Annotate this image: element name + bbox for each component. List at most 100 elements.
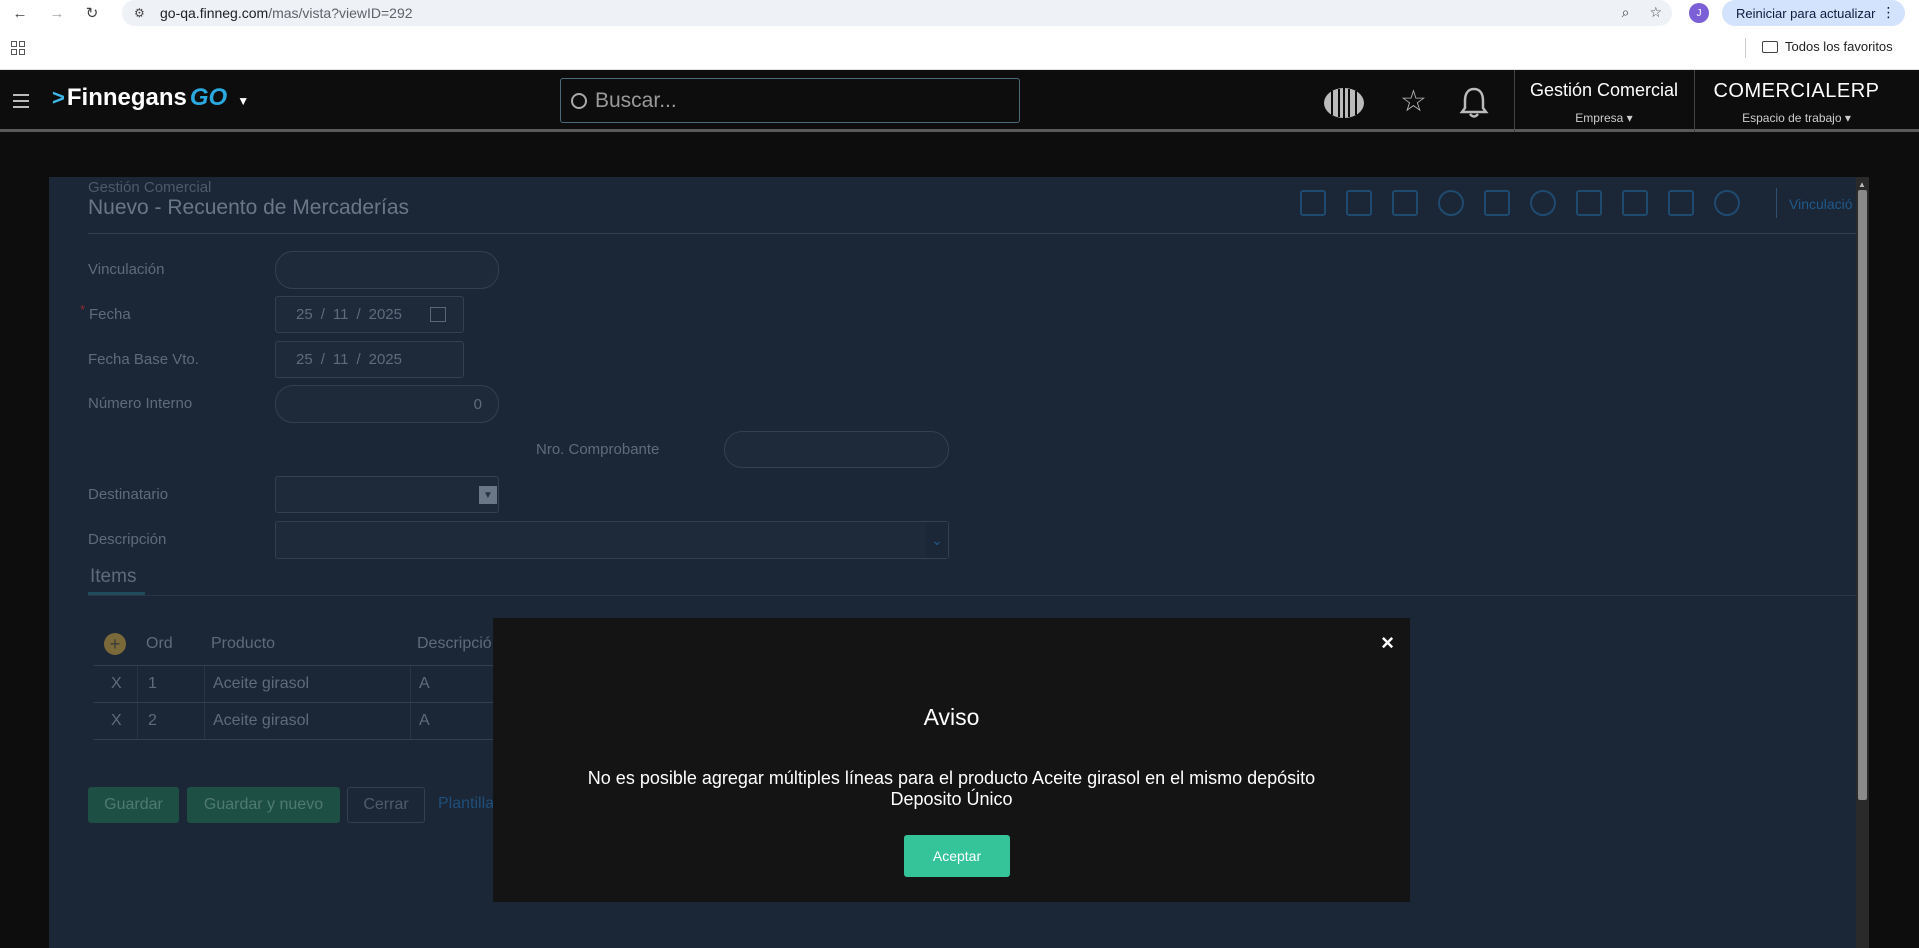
logo-chevron-icon: > [52, 85, 65, 110]
calendar-icon[interactable] [429, 307, 446, 322]
company-selector[interactable]: Gestión Comercial Empresa ▾ [1516, 80, 1692, 125]
save-icon[interactable] [1346, 190, 1372, 216]
email-icon[interactable] [1576, 190, 1602, 216]
column-header-descripcion: Descripció [417, 635, 492, 652]
logo-suffix: GO [189, 84, 228, 111]
column-divider [204, 666, 205, 702]
fecha-year[interactable]: 2025 [369, 306, 402, 323]
chevron-down-icon[interactable]: ▼ [479, 486, 497, 504]
fecha-field[interactable]: 25/ 11/ 2025 [275, 296, 464, 333]
breadcrumb[interactable]: Gestión Comercial [88, 179, 211, 196]
delete-row-button[interactable]: X [111, 675, 122, 693]
vinculacion-field[interactable] [275, 251, 499, 289]
column-divider [137, 703, 138, 739]
add-row-button[interactable]: + [104, 633, 126, 655]
pdf-icon[interactable] [1484, 190, 1510, 216]
search-box[interactable] [560, 78, 1020, 123]
table-row-divider [94, 702, 494, 703]
company-name: Gestión Comercial [1529, 80, 1679, 100]
fecha-label: Fecha [89, 306, 131, 323]
descripcion-select[interactable]: ⌄ [275, 521, 949, 559]
table-row-divider [94, 665, 494, 666]
guardar-button[interactable]: Guardar [88, 787, 179, 823]
logo-caret-icon[interactable]: ▼ [237, 94, 249, 108]
comment-icon[interactable] [1714, 190, 1740, 216]
plantilla-link[interactable]: Plantilla [438, 795, 494, 813]
fecha-base-day[interactable]: 25 [296, 351, 313, 368]
toolbar-divider [1776, 188, 1777, 218]
scroll-up-icon[interactable]: ▲ [1858, 180, 1866, 189]
favorites-star-icon[interactable]: ☆ [1400, 84, 1427, 119]
column-header-ord: Ord [146, 635, 173, 652]
close-icon[interactable]: × [1381, 630, 1394, 656]
reload-icon[interactable]: ↻ [81, 2, 103, 24]
address-bar[interactable]: ⚙ go-qa.finneg.com/mas/vista?viewID=292 … [122, 0, 1672, 26]
checklist-icon[interactable] [1622, 190, 1648, 216]
numero-interno-label: Número Interno [88, 395, 193, 412]
cerrar-button[interactable]: Cerrar [347, 787, 425, 823]
search-input[interactable] [595, 88, 975, 113]
workspace-selector[interactable]: COMERCIALERP Espacio de trabajo ▾ [1694, 80, 1899, 125]
table-cell-producto[interactable]: Aceite girasol [213, 712, 309, 730]
history-icon[interactable] [1438, 190, 1464, 216]
fecha-base-field[interactable]: 25/ 11/ 2025 [275, 341, 464, 378]
fecha-day[interactable]: 25 [296, 306, 313, 323]
search-icon [571, 92, 587, 109]
column-header-producto: Producto [211, 635, 276, 652]
zoom-icon[interactable]: ⌕ [1622, 4, 1630, 21]
folder-icon [1762, 40, 1778, 53]
forward-icon[interactable]: → [46, 2, 68, 24]
apps-grid-icon[interactable] [11, 41, 25, 55]
header-divider [1514, 70, 1515, 132]
destinatario-label: Destinatario [88, 486, 169, 503]
print-icon[interactable] [1392, 190, 1418, 216]
chevron-down-icon[interactable]: ⌄ [926, 522, 948, 558]
app-logo[interactable]: > Finnegans GO ▼ [52, 84, 249, 112]
fecha-base-year[interactable]: 2025 [369, 351, 402, 368]
fecha-month[interactable]: 11 [333, 306, 349, 323]
scrollbar-thumb[interactable] [1858, 190, 1867, 800]
table-cell-producto[interactable]: Aceite girasol [213, 675, 309, 693]
tab-items[interactable]: Items [90, 566, 136, 588]
alert-dialog: × Aviso No es posible agregar múltiples … [493, 618, 1410, 902]
workspace-name: COMERCIALERP [1713, 80, 1880, 102]
bookmark-star-icon[interactable]: ☆ [1649, 4, 1662, 21]
vinculacion-link[interactable]: Vinculació [1789, 196, 1853, 212]
site-info-icon[interactable]: ⚙ [134, 6, 148, 20]
back-icon[interactable]: ← [9, 2, 31, 24]
guardar-y-nuevo-button[interactable]: Guardar y nuevo [187, 787, 340, 823]
delete-row-button[interactable]: X [111, 712, 122, 730]
page-title: Nuevo - Recuento de Mercaderías [88, 196, 409, 219]
company-label: Empresa [1575, 111, 1624, 125]
numero-interno-field[interactable]: 0 [275, 385, 499, 423]
table-cell-ord[interactable]: 2 [148, 712, 157, 730]
table-cell-descripcion[interactable]: A [419, 712, 430, 730]
all-bookmarks-label: Todos los favoritos [1785, 39, 1893, 54]
attach-icon[interactable] [1530, 190, 1556, 216]
nro-comprobante-field[interactable] [724, 431, 949, 468]
new-document-icon[interactable] [1300, 190, 1326, 216]
destinatario-select[interactable]: ▼ [275, 476, 499, 513]
update-label: Reiniciar para actualizar [1736, 5, 1876, 21]
hamburger-menu-icon[interactable] [13, 94, 29, 112]
workspace-label: Espacio de trabajo [1742, 111, 1842, 125]
brain-icon[interactable] [1322, 86, 1366, 120]
notifications-bell-icon[interactable] [1459, 86, 1489, 120]
report-icon[interactable] [1668, 190, 1694, 216]
bookmarks-divider [1745, 38, 1746, 58]
update-button[interactable]: Reiniciar para actualizar ⋮ [1722, 0, 1906, 26]
tab-divider [88, 595, 1856, 596]
aceptar-button[interactable]: Aceptar [904, 835, 1010, 877]
company-caret-icon: ▾ [1626, 111, 1633, 125]
table-row-divider [94, 739, 494, 740]
fecha-base-month[interactable]: 11 [333, 351, 349, 368]
table-cell-ord[interactable]: 1 [148, 675, 157, 693]
profile-avatar[interactable]: J [1689, 3, 1709, 23]
column-divider [410, 703, 411, 739]
menu-dots-icon[interactable]: ⋮ [1881, 4, 1895, 21]
table-cell-descripcion[interactable]: A [419, 675, 430, 693]
descripcion-label: Descripción [88, 531, 167, 548]
dialog-message: No es posible agregar múltiples líneas p… [587, 768, 1316, 809]
all-bookmarks-button[interactable]: Todos los favoritos [1762, 39, 1893, 54]
nro-comprobante-label: Nro. Comprobante [536, 441, 660, 458]
